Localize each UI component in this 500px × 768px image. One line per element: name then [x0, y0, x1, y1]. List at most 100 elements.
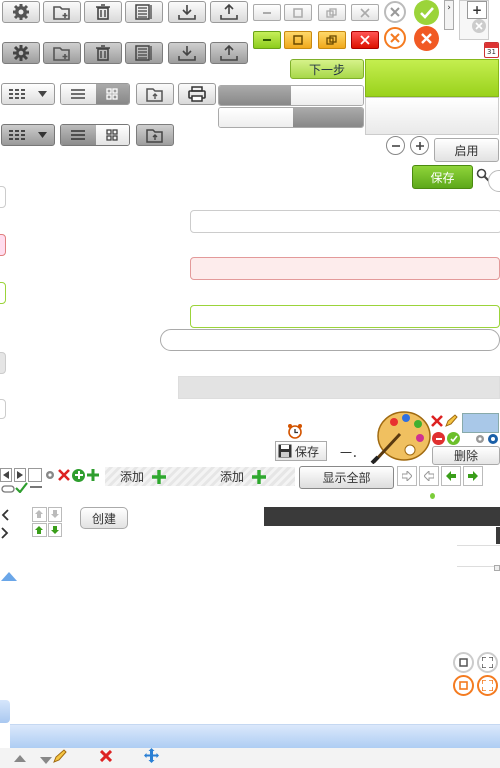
- list-view-toggle[interactable]: [61, 84, 96, 104]
- create-button[interactable]: 创建: [80, 507, 128, 529]
- switch-on[interactable]: [218, 107, 364, 128]
- restore-circle-button[interactable]: [453, 652, 474, 673]
- triangle-down-icon[interactable]: [40, 757, 52, 764]
- resize-grip[interactable]: [494, 565, 500, 571]
- zoom-in-button[interactable]: [410, 136, 429, 155]
- download-button-dark[interactable]: [168, 42, 206, 64]
- link-icon[interactable]: [1, 484, 15, 494]
- arrow-right-outline-button[interactable]: [397, 466, 417, 486]
- next-page-button[interactable]: [14, 468, 26, 482]
- maximize-button-active[interactable]: [284, 31, 312, 49]
- triangle-up-icon[interactable]: [1, 572, 17, 581]
- upload-folder-button-dark[interactable]: [136, 124, 174, 146]
- fullscreen-circle-button[interactable]: [477, 652, 498, 673]
- maximize-icon: [459, 658, 468, 667]
- delete-button-dark[interactable]: [84, 42, 122, 64]
- add-small-button[interactable]: +: [467, 1, 487, 19]
- delete-button[interactable]: [84, 1, 122, 23]
- dark-bar-handle[interactable]: [496, 527, 500, 544]
- cancel-circle-button[interactable]: [384, 1, 406, 23]
- new-folder-button[interactable]: [43, 1, 81, 23]
- prev-page-button[interactable]: [0, 468, 12, 482]
- confirm-circle-button[interactable]: [414, 0, 439, 25]
- switch-off[interactable]: [218, 85, 364, 106]
- pencil-icon[interactable]: [444, 414, 458, 428]
- print-button[interactable]: [178, 83, 216, 105]
- arrow-up-green-button[interactable]: [32, 522, 47, 537]
- close-window-button[interactable]: [351, 4, 379, 21]
- text-field-default-edge[interactable]: [0, 186, 6, 208]
- delete-text-button[interactable]: 删除: [432, 446, 500, 465]
- cancel-circle-orange-filled[interactable]: [414, 26, 439, 51]
- delete-x-icon[interactable]: [100, 750, 112, 762]
- upload-button-dark[interactable]: [210, 42, 248, 64]
- text-field-success-edge[interactable]: [0, 282, 6, 304]
- plus-icon: [152, 469, 167, 484]
- grid-view-toggle[interactable]: [95, 84, 129, 104]
- text-field-error[interactable]: [190, 257, 500, 280]
- zoom-out-button[interactable]: [386, 136, 405, 155]
- new-folder-button-dark[interactable]: [43, 42, 81, 64]
- export-button[interactable]: [28, 468, 42, 482]
- arrow-left-green-button[interactable]: [441, 466, 461, 486]
- chevron-right-icon[interactable]: [1, 527, 9, 539]
- gear-icon[interactable]: [44, 469, 56, 481]
- plus-icon[interactable]: [87, 469, 99, 481]
- side-tab-arrow[interactable]: ›: [444, 0, 454, 30]
- text-field-success[interactable]: [190, 305, 500, 328]
- text-field-default[interactable]: [190, 210, 500, 233]
- restore-button-active[interactable]: [318, 31, 346, 49]
- grid-dropdown[interactable]: [1, 83, 55, 105]
- details-view-button[interactable]: [125, 1, 163, 23]
- minus-icon[interactable]: [29, 482, 43, 492]
- settings-button[interactable]: [2, 1, 40, 23]
- arrow-up-gray-button[interactable]: [32, 507, 47, 522]
- search-input-edge[interactable]: [488, 170, 500, 192]
- calendar-icon[interactable]: 31: [484, 42, 499, 58]
- maximize-button[interactable]: [284, 4, 312, 21]
- text-field-error-edge[interactable]: [0, 234, 6, 256]
- upload-button[interactable]: [210, 1, 248, 23]
- remove-red-icon[interactable]: [432, 432, 445, 445]
- arrow-down-gray-button[interactable]: [47, 507, 62, 522]
- triangle-up-icon[interactable]: [14, 755, 26, 762]
- cancel-circle-orange-outline[interactable]: [384, 27, 406, 49]
- grid-dropdown-dark[interactable]: [1, 124, 55, 146]
- arrow-right-green-button[interactable]: [463, 466, 483, 486]
- next-step-button[interactable]: 下一步: [290, 59, 364, 79]
- text-field-plain-edge[interactable]: [0, 399, 6, 419]
- save-disk-button[interactable]: 保存: [275, 441, 327, 461]
- delete-x-icon[interactable]: [431, 415, 443, 427]
- minimize-button-active[interactable]: [253, 31, 281, 49]
- pencil-icon[interactable]: [52, 748, 68, 764]
- upload-folder-button[interactable]: [136, 83, 174, 105]
- chevron-left-icon[interactable]: [1, 509, 9, 521]
- settings-button-dark[interactable]: [2, 42, 40, 64]
- move-icon[interactable]: [144, 748, 159, 763]
- arrow-left-outline-button[interactable]: [419, 466, 439, 486]
- restore-button[interactable]: [318, 4, 346, 21]
- minimize-button[interactable]: [253, 4, 281, 21]
- add-button[interactable]: 添加: [120, 468, 167, 485]
- grid-view-toggle[interactable]: [95, 125, 129, 145]
- view-toggle[interactable]: [60, 83, 130, 105]
- list-view-toggle[interactable]: [61, 125, 96, 145]
- enable-button[interactable]: 启用: [434, 138, 499, 162]
- add-circle-button[interactable]: [72, 468, 85, 482]
- restore-circle-button-orange[interactable]: [453, 675, 474, 696]
- close-window-button-active[interactable]: [351, 31, 379, 49]
- details-view-button-dark[interactable]: [125, 42, 163, 64]
- remove-small-button[interactable]: [472, 19, 486, 33]
- add-button-2[interactable]: 添加: [220, 468, 267, 485]
- check-green-icon[interactable]: [447, 432, 460, 445]
- gray-panel: [365, 97, 499, 135]
- save-button[interactable]: 保存: [412, 165, 473, 189]
- close-icon[interactable]: [58, 469, 70, 481]
- arrow-down-green-button[interactable]: [47, 522, 62, 537]
- text-field-rounded[interactable]: [160, 329, 500, 351]
- show-all-button[interactable]: 显示全部: [299, 466, 394, 489]
- view-toggle-dark[interactable]: [60, 124, 130, 146]
- fullscreen-circle-button-orange[interactable]: [477, 675, 498, 696]
- check-icon[interactable]: [15, 482, 28, 493]
- download-button[interactable]: [168, 1, 206, 23]
